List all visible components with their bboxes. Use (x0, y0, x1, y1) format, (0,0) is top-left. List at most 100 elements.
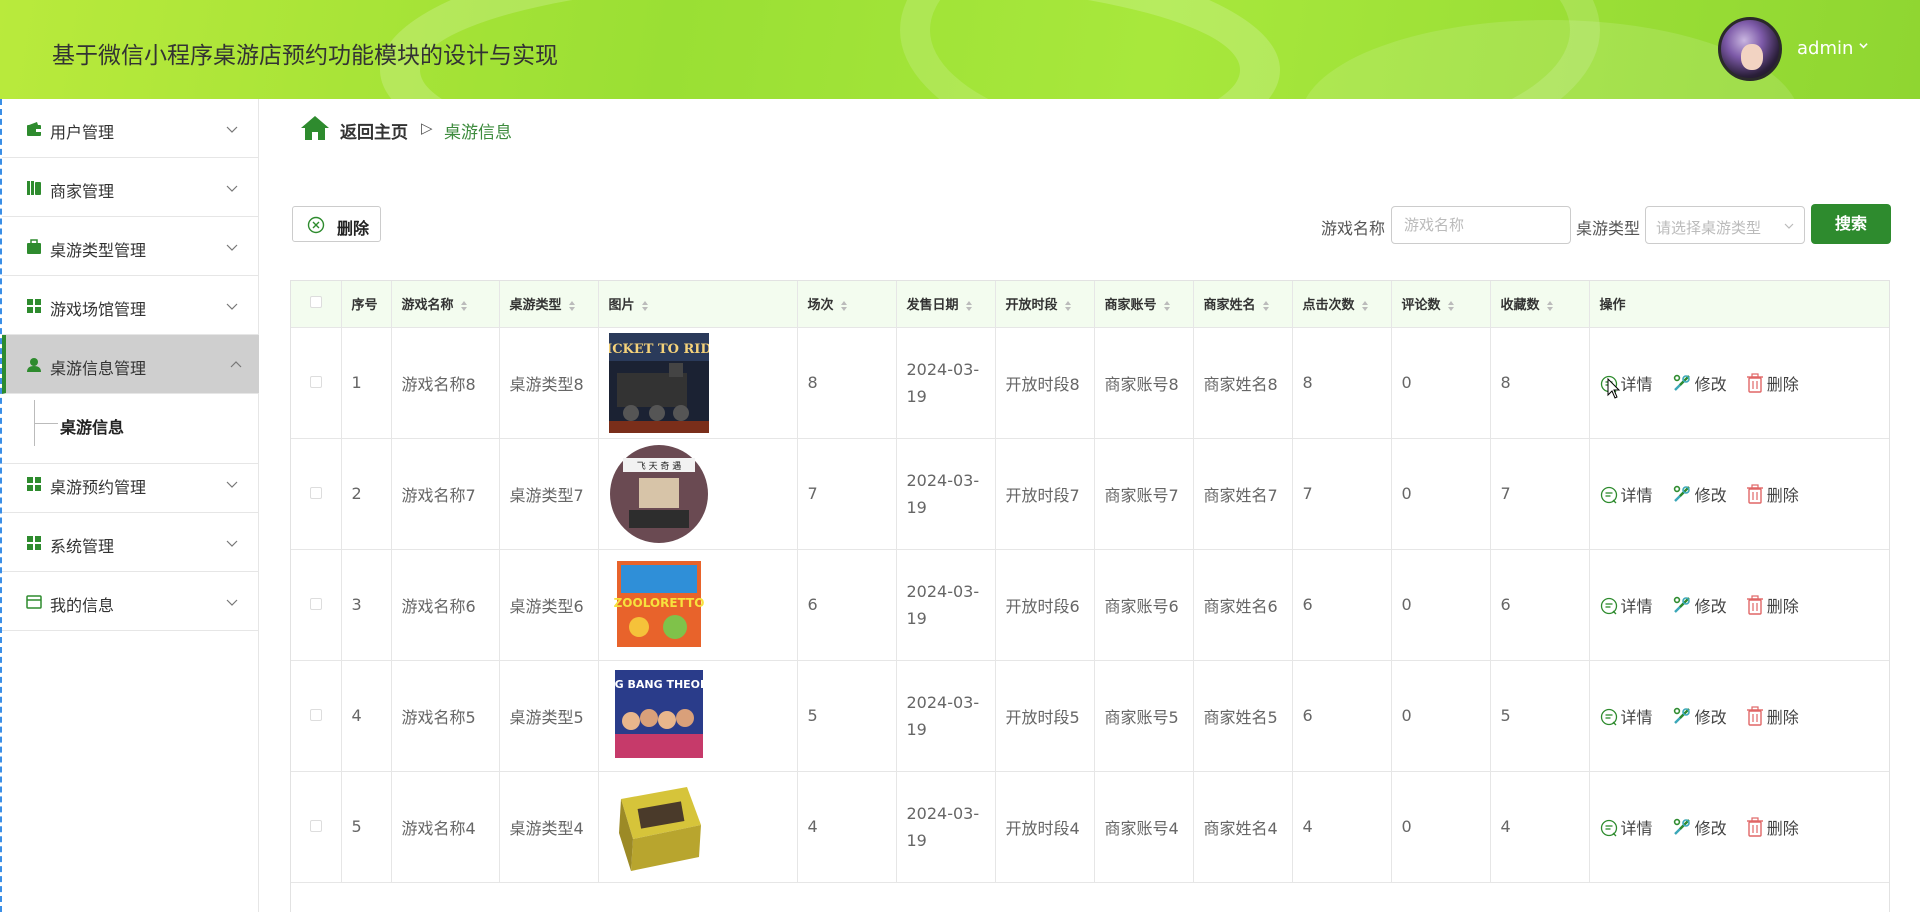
game-name-input[interactable] (1391, 206, 1571, 244)
user-name[interactable]: admin (1797, 38, 1853, 59)
col-header-merchant[interactable]: 商家姓名 (1193, 281, 1293, 328)
row-checkbox[interactable] (309, 598, 322, 610)
row-checkbox[interactable] (309, 709, 322, 721)
table-row: 2 游戏名称7 桌游类型7 飞 天 奇 遇 7 2024-03-19 开放时段7… (291, 438, 1889, 550)
avatar[interactable] (1718, 17, 1782, 81)
col-header-period[interactable]: 开放时段 (995, 281, 1095, 328)
cell-comments: 0 (1391, 327, 1491, 439)
col-header-image[interactable]: 图片 (598, 281, 798, 328)
cell-type: 桌游类型5 (499, 660, 599, 772)
mouse-cursor (1607, 378, 1621, 399)
date-text: 2024-03-19 (906, 581, 980, 628)
row-select-cell[interactable] (291, 660, 342, 772)
delete-button[interactable]: 删除 (1746, 371, 1799, 395)
sidebar-item-my-info[interactable]: 我的信息 (2, 572, 259, 631)
sort-icon[interactable] (460, 300, 468, 312)
cell-name: 游戏名称6 (391, 549, 500, 661)
sort-icon[interactable] (568, 300, 576, 312)
cell-image: TICKET TO RIDE (598, 327, 798, 439)
col-header-favorites[interactable]: 收藏数 (1490, 281, 1590, 328)
sort-icon[interactable] (1064, 300, 1072, 312)
sort-icon[interactable] (965, 300, 973, 312)
top-header: 基于微信小程序桌游店预约功能模块的设计与实现 admin (0, 0, 1920, 99)
batch-delete-button[interactable]: 删除 (292, 206, 381, 242)
col-header-account[interactable]: 商家账号 (1094, 281, 1194, 328)
sort-icon[interactable] (1361, 300, 1369, 312)
col-header-label: 操作 (1599, 298, 1626, 314)
sort-icon[interactable] (1163, 300, 1171, 312)
delete-button[interactable]: 删除 (1746, 815, 1799, 839)
col-header-comments[interactable]: 评论数 (1391, 281, 1491, 328)
col-header-sessions[interactable]: 场次 (797, 281, 897, 328)
sidebar: 用户管理 商家管理 桌游类型管理 游戏场馆管理 桌游信息管理 桌游信息 桌游预约… (0, 99, 259, 912)
sidebar-item-system[interactable]: 系统管理 (2, 513, 259, 572)
sort-icon[interactable] (1262, 300, 1270, 312)
sidebar-item-label: 我的信息 (50, 596, 115, 615)
edit-button[interactable]: 修改 (1672, 815, 1727, 839)
chevron-down-icon[interactable] (1859, 41, 1868, 50)
trash-icon (1746, 372, 1763, 393)
cell-type: 桌游类型4 (499, 771, 599, 883)
cell-merchant: 商家姓名6 (1193, 549, 1293, 661)
home-icon[interactable] (300, 115, 330, 141)
cell-period: 开放时段6 (995, 549, 1095, 661)
breadcrumb-home-link[interactable]: 返回主页 (340, 118, 408, 143)
submenu-item-label: 桌游信息 (60, 418, 125, 437)
sidebar-item-game-types[interactable]: 桌游类型管理 (2, 217, 259, 276)
cell-index: 5 (341, 771, 392, 883)
grid-icon (27, 299, 41, 313)
game-type-select[interactable]: 请选择桌游类型 (1645, 206, 1805, 244)
select-all-cell[interactable] (291, 281, 342, 328)
row-select-cell[interactable] (291, 549, 342, 661)
delete-button[interactable]: 删除 (1746, 704, 1799, 728)
delete-button[interactable]: 删除 (1746, 482, 1799, 506)
col-header-type[interactable]: 桌游类型 (499, 281, 599, 328)
cell-clicks: 4 (1292, 771, 1392, 883)
select-all-checkbox[interactable] (309, 295, 322, 308)
edit-button[interactable]: 修改 (1672, 482, 1727, 506)
detail-button[interactable]: 详情 (1600, 815, 1653, 839)
detail-button[interactable]: 详情 (1600, 593, 1653, 617)
edit-button[interactable]: 修改 (1672, 593, 1727, 617)
sidebar-item-game-info[interactable]: 桌游信息管理 (2, 335, 259, 394)
cell-account: 商家账号7 (1094, 438, 1194, 550)
sort-icon[interactable] (1546, 300, 1554, 312)
cell-account: 商家账号6 (1094, 549, 1194, 661)
detail-label: 详情 (1620, 596, 1653, 616)
person-icon (27, 358, 41, 372)
cell-favorites: 6 (1490, 549, 1590, 661)
cell-merchant: 商家姓名5 (1193, 660, 1293, 772)
detail-button[interactable]: 详情 (1600, 482, 1653, 506)
game-image: TICKET TO RIDE (608, 332, 709, 433)
sidebar-item-reservations[interactable]: 桌游预约管理 (2, 454, 259, 513)
chevron-down-icon (226, 481, 238, 488)
row-select-cell[interactable] (291, 327, 342, 439)
chevron-down-icon (226, 244, 238, 251)
sidebar-item-merchants[interactable]: 商家管理 (2, 158, 259, 217)
search-button[interactable]: 搜索 (1811, 204, 1891, 244)
sidebar-item-users[interactable]: 用户管理 (2, 99, 259, 158)
detail-icon (1600, 597, 1617, 614)
sidebar-item-venues[interactable]: 游戏场馆管理 (2, 276, 259, 335)
card-icon (26, 595, 42, 609)
col-header-clicks[interactable]: 点击次数 (1292, 281, 1392, 328)
sort-icon[interactable] (1447, 300, 1455, 312)
row-select-cell[interactable] (291, 771, 342, 883)
col-header-date[interactable]: 发售日期 (896, 281, 996, 328)
row-checkbox[interactable] (309, 487, 322, 499)
chevron-down-icon (226, 185, 238, 192)
detail-button[interactable]: 详情 (1600, 704, 1653, 728)
sort-icon[interactable] (840, 300, 848, 312)
col-header-label: 场次 (807, 298, 834, 314)
delete-button[interactable]: 删除 (1746, 593, 1799, 617)
sort-icon[interactable] (641, 300, 649, 312)
row-select-cell[interactable] (291, 438, 342, 550)
row-checkbox[interactable] (309, 820, 322, 832)
wallet-icon (27, 122, 41, 136)
breadcrumb-separator: ▷ (421, 119, 433, 137)
col-header-name[interactable]: 游戏名称 (391, 281, 500, 328)
row-checkbox[interactable] (309, 376, 322, 388)
edit-button[interactable]: 修改 (1672, 371, 1727, 395)
cell-sessions: 4 (797, 771, 897, 883)
edit-button[interactable]: 修改 (1672, 704, 1727, 728)
